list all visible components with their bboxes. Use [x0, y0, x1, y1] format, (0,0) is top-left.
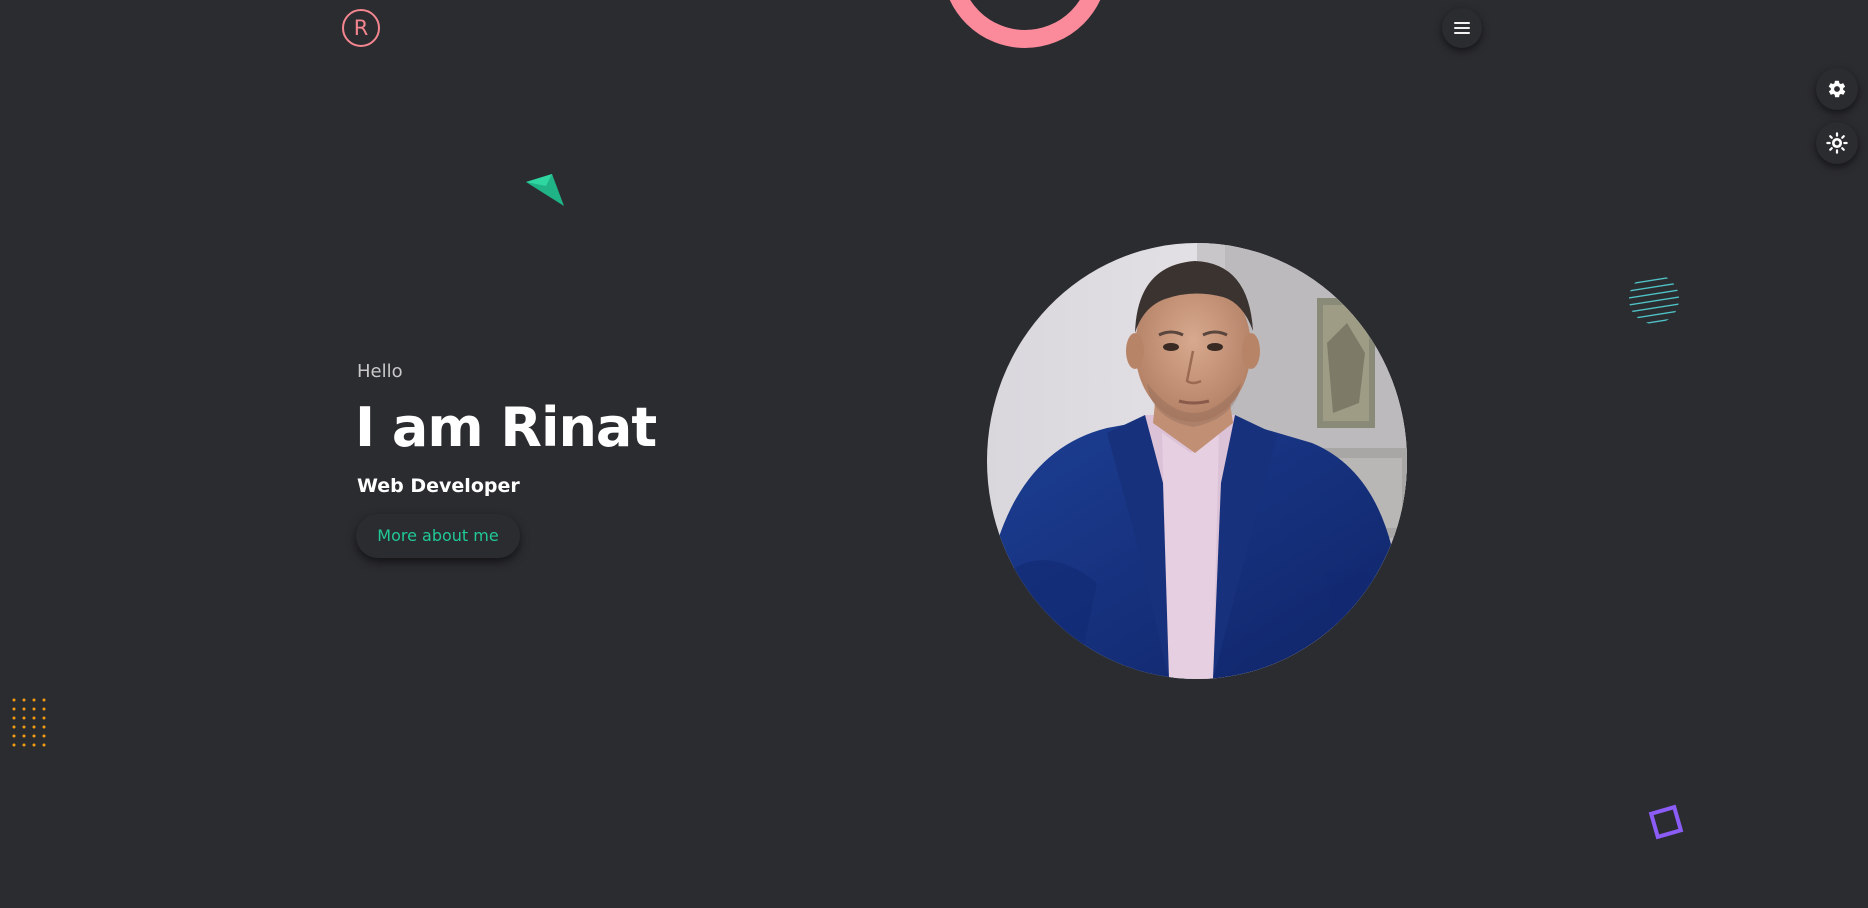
settings-button[interactable] — [1816, 68, 1858, 110]
hero-subtitle: Web Developer — [357, 475, 520, 497]
hamburger-icon — [1454, 22, 1470, 34]
greeting-text: Hello — [357, 361, 403, 382]
hero-page: R Hello I am Rinat Web Developer More ab… — [0, 0, 1868, 908]
decorative-square — [1648, 804, 1684, 840]
logo-letter: R — [353, 16, 369, 40]
profile-photo — [987, 243, 1407, 679]
theme-toggle-button[interactable] — [1816, 122, 1858, 164]
decorative-striped-circle — [1629, 274, 1679, 324]
logo[interactable]: R — [342, 9, 380, 47]
sun-icon — [1826, 132, 1848, 154]
more-about-me-button[interactable]: More about me — [356, 514, 520, 558]
menu-button[interactable] — [1442, 8, 1482, 48]
decorative-dot-grid — [12, 698, 46, 747]
decorative-ring — [942, 0, 1108, 48]
hero-title: I am Rinat — [355, 396, 657, 459]
decorative-triangle — [526, 174, 564, 206]
gear-icon — [1828, 80, 1846, 98]
